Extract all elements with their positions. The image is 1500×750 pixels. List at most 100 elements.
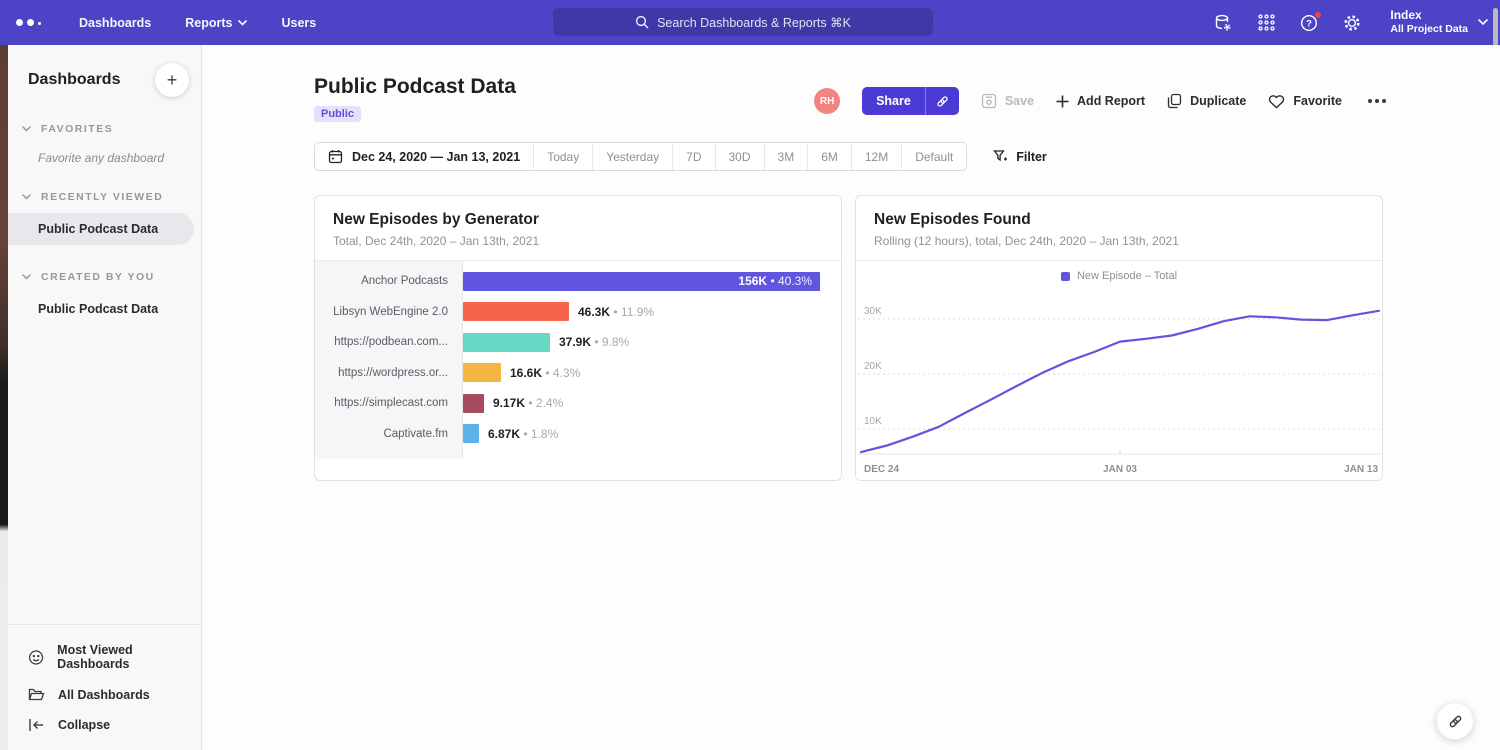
apps-grid-icon[interactable] bbox=[1255, 12, 1277, 34]
preset-3m[interactable]: 3M bbox=[764, 143, 808, 170]
logo-dot bbox=[38, 22, 41, 25]
page-title: Public Podcast Data bbox=[314, 75, 516, 99]
copy-link-button[interactable] bbox=[925, 87, 959, 115]
preset-30d[interactable]: 30D bbox=[715, 143, 764, 170]
x-axis-label: JAN 13 bbox=[1344, 464, 1378, 475]
avatar[interactable]: RH bbox=[814, 88, 840, 114]
bar-row[interactable]: Captivate.fm6.87K • 1.8% bbox=[315, 419, 841, 450]
sidebar-item-public-podcast-data-2[interactable]: Public Podcast Data bbox=[8, 293, 201, 325]
save-button[interactable]: Save bbox=[981, 93, 1034, 109]
data-sources-icon[interactable] bbox=[1212, 12, 1234, 34]
bar-chart-card: New Episodes by Generator Total, Dec 24t… bbox=[314, 195, 842, 481]
section-created-by-you-label: CREATED BY YOU bbox=[41, 271, 155, 283]
add-report-button[interactable]: Add Report bbox=[1056, 94, 1145, 108]
help-icon[interactable]: ? bbox=[1298, 12, 1320, 34]
sidebar: Dashboards + FAVORITES Favorite any dash… bbox=[8, 45, 202, 750]
bar-value-label: 37.9K • 9.8% bbox=[559, 335, 629, 349]
calendar-icon bbox=[328, 149, 343, 164]
bar-segment[interactable] bbox=[463, 424, 479, 443]
bar-category-label: https://wordpress.or... bbox=[315, 367, 462, 379]
bar-chart-plot: Anchor Podcasts156K • 40.3%Libsyn WebEng… bbox=[315, 261, 841, 459]
chevron-down-icon bbox=[22, 126, 31, 132]
line-chart-plot[interactable]: 30K20K10KDEC 24JAN 03JAN 13 bbox=[858, 284, 1382, 480]
bar-segment[interactable] bbox=[463, 394, 484, 413]
chevron-down-icon bbox=[22, 194, 31, 200]
smiley-icon bbox=[28, 649, 44, 666]
bar-row[interactable]: https://simplecast.com9.17K • 2.4% bbox=[315, 388, 841, 419]
bar-value-label: 156K • 40.3% bbox=[738, 274, 820, 288]
filter-icon bbox=[993, 149, 1008, 164]
date-presets: TodayYesterday7D30D3M6M12MDefault bbox=[533, 143, 966, 170]
section-created-by-you[interactable]: CREATED BY YOU bbox=[8, 271, 201, 283]
filter-button[interactable]: Filter bbox=[993, 149, 1047, 164]
bar-row[interactable]: Anchor Podcasts156K • 40.3% bbox=[315, 266, 841, 297]
collapse-sidebar-button[interactable]: Collapse bbox=[8, 710, 201, 740]
all-dashboards-button[interactable]: All Dashboards bbox=[8, 679, 201, 710]
y-axis-label: 10K bbox=[864, 416, 882, 427]
line-chart-card: New Episodes Found Rolling (12 hours), t… bbox=[855, 195, 1383, 481]
bar-segment[interactable]: 156K • 40.3% bbox=[463, 272, 820, 291]
preset-today[interactable]: Today bbox=[533, 143, 592, 170]
sidebar-title: Dashboards bbox=[28, 63, 120, 89]
bar-category-label: https://podbean.com... bbox=[315, 336, 462, 348]
duplicate-button[interactable]: Duplicate bbox=[1167, 93, 1246, 109]
section-favorites[interactable]: FAVORITES bbox=[8, 123, 201, 135]
chevron-down-icon bbox=[238, 20, 247, 26]
bar-chart-subtitle: Total, Dec 24th, 2020 – Jan 13th, 2021 bbox=[333, 234, 823, 248]
bar-segment[interactable] bbox=[463, 333, 550, 352]
dot-icon bbox=[1368, 99, 1372, 103]
line-chart-title: New Episodes Found bbox=[874, 211, 1364, 229]
favorite-button[interactable]: Favorite bbox=[1268, 94, 1342, 109]
save-icon bbox=[981, 93, 997, 109]
link-icon bbox=[935, 94, 950, 109]
app-logo[interactable] bbox=[16, 19, 41, 26]
bar-row[interactable]: https://podbean.com... 37.9K • 9.8% bbox=[315, 327, 841, 358]
preset-6m[interactable]: 6M bbox=[807, 143, 851, 170]
preset-yesterday[interactable]: Yesterday bbox=[592, 143, 672, 170]
nav-users[interactable]: Users bbox=[281, 16, 316, 30]
logo-dot bbox=[16, 19, 23, 26]
project-name: Index bbox=[1390, 8, 1468, 23]
duplicate-icon bbox=[1167, 93, 1182, 109]
notification-dot bbox=[1314, 11, 1322, 19]
floating-link-button[interactable] bbox=[1436, 702, 1474, 740]
public-badge: Public bbox=[314, 106, 361, 122]
section-recently-viewed[interactable]: RECENTLY VIEWED bbox=[8, 191, 201, 203]
settings-gear-icon[interactable] bbox=[1341, 12, 1363, 34]
y-axis-label: 20K bbox=[864, 361, 882, 372]
line-series[interactable] bbox=[861, 311, 1379, 452]
bar-row[interactable]: Libsyn WebEngine 2.046.3K • 11.9% bbox=[315, 297, 841, 328]
most-viewed-dashboards-button[interactable]: Most Viewed Dashboards bbox=[8, 635, 201, 679]
search-input[interactable]: Search Dashboards & Reports ⌘K bbox=[553, 8, 933, 36]
date-range-button[interactable]: Dec 24, 2020 — Jan 13, 2021 bbox=[315, 143, 533, 170]
scrollbar-thumb[interactable] bbox=[1493, 8, 1498, 46]
legend-label: New Episode – Total bbox=[1077, 270, 1177, 282]
legend: New Episode – Total bbox=[856, 261, 1382, 284]
main-content: Public Podcast Data Public RH Share bbox=[202, 45, 1500, 750]
share-button[interactable]: Share bbox=[862, 87, 925, 115]
sidebar-item-public-podcast-data[interactable]: Public Podcast Data bbox=[8, 213, 194, 245]
nav-reports[interactable]: Reports bbox=[185, 16, 247, 30]
plus-icon bbox=[1056, 95, 1069, 108]
bar-value-label: 16.6K • 4.3% bbox=[510, 366, 580, 380]
nav-dashboards[interactable]: Dashboards bbox=[79, 16, 151, 30]
logo-dot bbox=[27, 19, 34, 26]
preset-default[interactable]: Default bbox=[901, 143, 966, 170]
folder-icon bbox=[28, 687, 45, 702]
heart-icon bbox=[1268, 94, 1285, 109]
bar-segment[interactable] bbox=[463, 363, 501, 382]
bar-category-label: Libsyn WebEngine 2.0 bbox=[315, 306, 462, 318]
add-report-label: Add Report bbox=[1077, 94, 1145, 108]
date-range-control: Dec 24, 2020 — Jan 13, 2021 TodayYesterd… bbox=[314, 142, 967, 171]
preset-12m[interactable]: 12M bbox=[851, 143, 901, 170]
dot-icon bbox=[1382, 99, 1386, 103]
nav-users-label: Users bbox=[281, 16, 316, 30]
project-selector[interactable]: Index All Project Data bbox=[1390, 8, 1488, 36]
favorite-label: Favorite bbox=[1293, 94, 1342, 108]
bar-row[interactable]: https://wordpress.or... 16.6K • 4.3% bbox=[315, 358, 841, 389]
preset-7d[interactable]: 7D bbox=[672, 143, 714, 170]
nav-reports-label: Reports bbox=[185, 16, 232, 30]
new-dashboard-button[interactable]: + bbox=[155, 63, 189, 97]
more-options-button[interactable] bbox=[1364, 95, 1390, 107]
bar-segment[interactable] bbox=[463, 302, 569, 321]
